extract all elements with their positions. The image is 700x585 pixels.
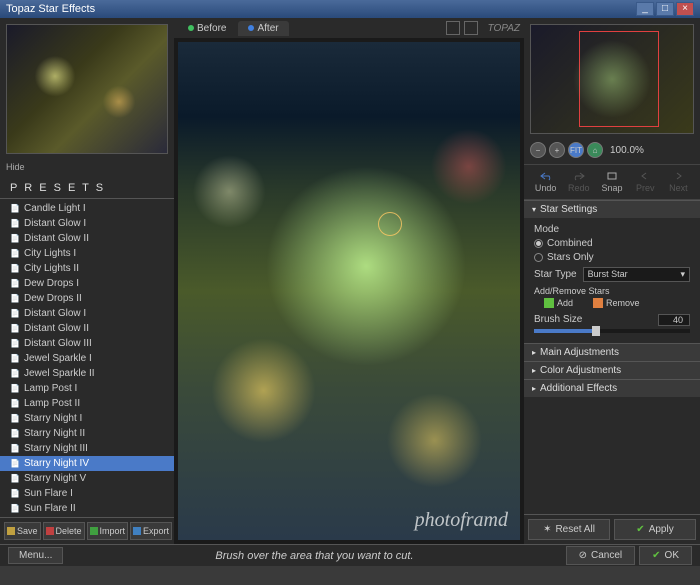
title-bar: Topaz Star Effects _ □ × [0,0,700,18]
preset-item[interactable]: Distant Glow II [0,321,174,336]
preset-item[interactable]: Starry Night I [0,411,174,426]
import-button[interactable]: Import [87,522,129,540]
add-remove-label: Add/Remove Stars [534,286,690,296]
menu-button[interactable]: Menu... [8,547,63,564]
preset-item[interactable]: City Lights I [0,246,174,261]
presets-header: P R E S E T S [0,178,174,199]
status-text: Brush over the area that you want to cut… [63,550,565,562]
center-panel: Before After TOPAZ photoframd [174,18,524,544]
watermark: photoframd [415,509,508,532]
star-type-select[interactable]: Burst Star▾ [583,267,690,282]
tab-after[interactable]: After [238,21,288,36]
window-title: Topaz Star Effects [6,3,95,15]
prev-button[interactable]: Prev [630,169,661,195]
chevron-down-icon: ▾ [680,269,685,280]
preset-item[interactable]: Candle Light I [0,201,174,216]
save-button[interactable]: Save [4,522,41,540]
preset-item[interactable]: Jewel Sparkle II [0,366,174,381]
preset-item[interactable]: City Lights II [0,261,174,276]
panel-main-adjustments[interactable]: Main Adjustments [524,343,700,361]
view-split-icon[interactable] [464,21,478,35]
star-settings-body: Mode Combined Stars Only Star Type Burst… [524,218,700,343]
preset-item[interactable]: Starry Night V [0,471,174,486]
reset-all-button[interactable]: ✶ Reset All [528,519,610,540]
zoom-out-icon[interactable]: − [530,142,546,158]
preset-thumbnail [6,24,168,154]
right-panel: − + FIT ⌂ 100.0% Undo Redo Snap Prev Nex… [524,18,700,544]
preset-item[interactable]: Starry Night IV [0,456,174,471]
panel-color-adjustments[interactable]: Color Adjustments [524,361,700,379]
brush-size-label: Brush Size [534,314,582,325]
preset-item[interactable]: Jewel Sparkle I [0,351,174,366]
preset-item[interactable]: Sun Flare II [0,501,174,516]
preset-item[interactable]: Sun Flare I [0,486,174,501]
mode-stars-only[interactable]: Stars Only [534,252,690,263]
preset-item[interactable]: Distant Glow II [0,231,174,246]
preset-item[interactable]: Distant Glow I [0,306,174,321]
cancel-button[interactable]: ⊘ Cancel [566,546,636,565]
maximize-button[interactable]: □ [656,2,674,16]
zoom-level: 100.0% [610,145,644,156]
ok-button[interactable]: ✔OK [639,546,692,565]
status-bar: Menu... Brush over the area that you wan… [0,544,700,566]
hide-button[interactable]: Hide [6,162,168,172]
preset-item[interactable]: Starry Night III [0,441,174,456]
preset-item[interactable]: Distant Glow III [0,336,174,351]
close-button[interactable]: × [676,2,694,16]
minimize-button[interactable]: _ [636,2,654,16]
panel-star-settings[interactable]: Star Settings [524,200,700,218]
apply-button[interactable]: ✔Apply [614,519,696,540]
next-button[interactable]: Next [663,169,694,195]
delete-button[interactable]: Delete [43,522,85,540]
mode-combined[interactable]: Combined [534,238,690,249]
view-single-icon[interactable] [446,21,460,35]
left-panel: Hide P R E S E T S Candle Light IDistant… [0,18,174,544]
panel-additional-effects[interactable]: Additional Effects [524,379,700,397]
brush-size-slider[interactable] [534,329,690,333]
export-button[interactable]: Export [130,522,172,540]
preset-item[interactable]: Lamp Post II [0,396,174,411]
navigator-thumbnail[interactable] [530,24,694,134]
navigator-viewport[interactable] [579,31,659,127]
presets-list: Candle Light IDistant Glow IDistant Glow… [0,199,174,517]
snap-button[interactable]: Snap [596,169,627,195]
preset-item[interactable]: Dew Drops I [0,276,174,291]
star-type-label: Star Type [534,269,577,280]
preset-item[interactable]: Starry Night II [0,426,174,441]
mode-label: Mode [534,224,690,235]
brush-cursor-icon [378,212,402,236]
preset-item[interactable]: Distant Glow I [0,216,174,231]
brand-logo: TOPAZ [488,23,520,34]
undo-button[interactable]: Undo [530,169,561,195]
zoom-100-icon[interactable]: ⌂ [587,142,603,158]
remove-stars-button[interactable]: Remove [593,298,640,308]
preset-item[interactable]: Dew Drops II [0,291,174,306]
redo-button[interactable]: Redo [563,169,594,195]
tab-before[interactable]: Before [178,21,236,36]
zoom-in-icon[interactable]: + [549,142,565,158]
preset-item[interactable]: Lamp Post I [0,381,174,396]
brush-size-value[interactable]: 40 [658,314,690,326]
add-stars-button[interactable]: Add [544,298,573,308]
zoom-fit-icon[interactable]: FIT [568,142,584,158]
preview-canvas[interactable]: photoframd [178,42,520,540]
